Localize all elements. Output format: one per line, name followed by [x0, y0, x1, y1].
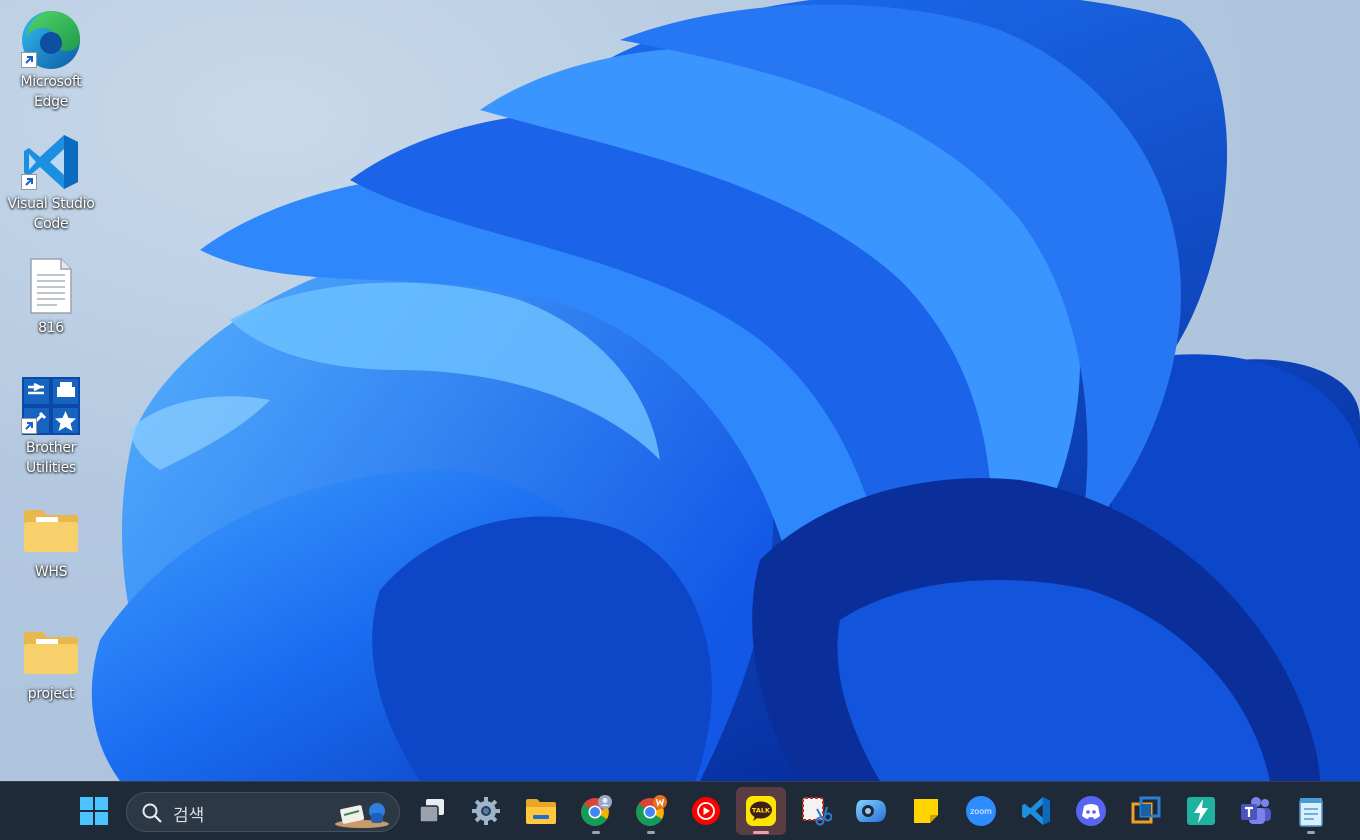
desktop-icon-brother-utilities[interactable]: Brother Utilities: [1, 374, 101, 478]
windows-logo-icon: [80, 797, 108, 825]
task-view-icon: [419, 799, 444, 823]
virtualbox-icon: [1131, 796, 1161, 824]
vscode-app[interactable]: [1011, 787, 1061, 835]
discord-icon: [1076, 796, 1106, 826]
snipping-tool-app[interactable]: [791, 787, 841, 835]
kakaotalk-app[interactable]: TALK: [736, 787, 786, 835]
youtube-music-app[interactable]: [681, 787, 731, 835]
edge-icon: [19, 8, 83, 72]
folder-icon: [19, 620, 83, 684]
virtualbox-app[interactable]: [1121, 787, 1171, 835]
snipping-tool-icon: [802, 797, 832, 826]
teams-app[interactable]: [1231, 787, 1281, 835]
power-automate-app[interactable]: [1176, 787, 1226, 835]
desktop-icon-project[interactable]: project: [1, 620, 101, 704]
desktop-icon-label: Microsoft Edge: [20, 74, 82, 110]
taskbar: 검색 TALK zoom: [0, 781, 1360, 840]
running-indicator: [647, 831, 655, 834]
notepad-icon: [1299, 798, 1323, 827]
shortcut-arrow-icon: [21, 52, 37, 68]
discord-app[interactable]: [1066, 787, 1116, 835]
brother-utilities-icon: [19, 374, 83, 438]
notepad-app[interactable]: [1286, 787, 1336, 835]
zoom-app[interactable]: zoom: [956, 787, 1006, 835]
chrome-profile-1-app[interactable]: [571, 787, 621, 835]
desktop-icon-label: project: [27, 686, 75, 702]
search-highlight-icon: [335, 803, 389, 828]
chrome-icon: [581, 795, 612, 826]
folder-icon: [19, 498, 83, 562]
desktop-icon-816[interactable]: 816: [1, 254, 101, 338]
gear-icon: [472, 797, 500, 825]
search-icon: [142, 803, 162, 823]
desktop-icon-label: 816: [38, 320, 64, 336]
bloom-wallpaper-art: [91, 0, 1360, 781]
shortcut-arrow-icon: [21, 174, 37, 190]
kakaotalk-icon: TALK: [746, 796, 776, 826]
kakaotalk-talk-text: TALK: [752, 807, 771, 815]
sticky-notes-app[interactable]: [901, 787, 951, 835]
chrome-icon: [636, 795, 667, 826]
desktop-icon-label: Visual Studio Code: [7, 196, 95, 232]
taskbar-search-box[interactable]: 검색: [126, 792, 400, 832]
copilot-icon: [856, 800, 886, 822]
teams-icon: [1241, 797, 1271, 824]
running-indicator: [1307, 831, 1315, 834]
desktop-icon-whs[interactable]: WHS: [1, 498, 101, 582]
desktop-wallpaper: [0, 0, 1360, 781]
zoom-logo-text: zoom: [970, 807, 992, 816]
vscode-icon: [19, 130, 83, 194]
running-indicator: [753, 831, 769, 834]
vscode-icon: [1022, 797, 1050, 825]
bolt-icon: [1187, 797, 1215, 825]
text-file-icon: [19, 254, 83, 318]
desktop-icon-vscode[interactable]: Visual Studio Code: [1, 130, 101, 234]
desktop-icon-label: WHS: [34, 564, 68, 580]
settings-app[interactable]: [461, 787, 511, 835]
zoom-icon: zoom: [966, 796, 996, 826]
desktop-icon-label: Brother Utilities: [25, 440, 77, 476]
sticky-notes-icon: [914, 799, 938, 823]
file-explorer-app[interactable]: [516, 787, 566, 835]
desktop-icon-edge[interactable]: Microsoft Edge: [1, 8, 101, 112]
task-view-button[interactable]: [407, 787, 457, 835]
folder-icon: [526, 799, 556, 824]
start-button[interactable]: [69, 787, 119, 835]
search-placeholder: 검색: [173, 806, 205, 826]
copilot-app[interactable]: [846, 787, 896, 835]
youtube-music-icon: [692, 797, 720, 825]
chrome-profile-2-app[interactable]: [626, 787, 676, 835]
shortcut-arrow-icon: [21, 418, 37, 434]
running-indicator: [592, 831, 600, 834]
